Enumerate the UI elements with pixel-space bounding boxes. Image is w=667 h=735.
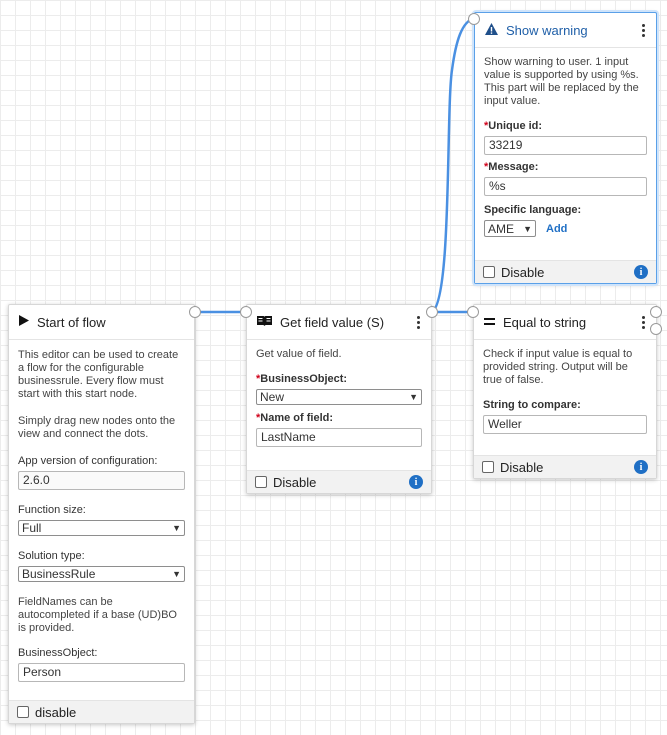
language-select[interactable]: AME ▼ — [484, 220, 536, 237]
solution-type-select[interactable]: BusinessRule ▼ — [18, 566, 185, 582]
start-output-port[interactable] — [189, 306, 201, 318]
start-node-description: This editor can be used to create a flow… — [18, 349, 179, 400]
equals-icon — [484, 315, 495, 329]
field-name-label: *Name of field: — [256, 412, 334, 424]
get-field-header[interactable]: Get field value (S) — [247, 305, 431, 340]
equal-node-footer: Disable i — [474, 455, 656, 478]
fieldnames-note: FieldNames can be autocompleted if a bas… — [18, 596, 177, 634]
play-icon — [19, 315, 29, 329]
language-label: Specific language: — [484, 204, 582, 216]
get-field-bo-select[interactable]: New ▼ — [256, 389, 422, 405]
function-size-label: Function size: — [18, 504, 86, 516]
disable-label: disable — [35, 704, 77, 720]
get-field-bo-value: New — [260, 390, 285, 404]
warning-description: Show warning to user. 1 input value is s… — [484, 56, 639, 107]
chevron-down-icon: ▼ — [409, 392, 418, 402]
unique-id-input[interactable]: 33219 — [484, 136, 647, 155]
more-vert-icon[interactable] — [413, 315, 423, 329]
disable-checkbox[interactable] — [17, 706, 29, 718]
start-bo-label: BusinessObject: — [18, 647, 98, 659]
disable-label: Disable — [501, 264, 545, 280]
add-language-link[interactable]: Add — [546, 223, 567, 235]
info-icon[interactable]: i — [634, 460, 648, 474]
equal-node-title: Equal to string — [503, 314, 587, 330]
start-node-header[interactable]: Start of flow — [9, 305, 194, 340]
equal-input-port[interactable] — [467, 306, 479, 318]
disable-label: Disable — [500, 459, 544, 475]
get-field-footer: Disable i — [247, 470, 431, 493]
compare-label: String to compare: — [483, 399, 581, 411]
app-version-field[interactable]: 2.6.0 — [18, 471, 185, 490]
function-size-select[interactable]: Full ▼ — [18, 520, 185, 536]
wire-getfield-to-warning — [431, 16, 475, 314]
get-field-output-port[interactable] — [426, 306, 438, 318]
message-label: *Message: — [484, 161, 539, 173]
disable-checkbox[interactable] — [482, 461, 494, 473]
warning-node-footer: Disable i — [475, 260, 656, 283]
info-icon[interactable]: i — [409, 475, 423, 489]
equal-node-header[interactable]: Equal to string — [474, 305, 656, 340]
field-name-input[interactable]: LastName — [256, 428, 422, 447]
warning-icon — [485, 22, 498, 38]
function-size-value: Full — [22, 521, 42, 535]
disable-label: Disable — [273, 474, 317, 490]
equal-node-description: Check if input value is equal to provide… — [483, 348, 633, 386]
more-vert-icon[interactable] — [638, 315, 648, 329]
equal-to-string-node[interactable]: Equal to string Check if input value is … — [467, 304, 662, 479]
get-field-title: Get field value (S) — [280, 314, 385, 330]
show-warning-node[interactable]: Show warning Show warning to user. 1 inp… — [468, 12, 657, 284]
more-vert-icon[interactable] — [638, 23, 648, 37]
message-input[interactable]: %s — [484, 177, 647, 196]
unique-id-label: *Unique id: — [484, 120, 543, 132]
get-field-description: Get value of field. — [256, 348, 342, 360]
compare-input[interactable]: Weller — [483, 415, 647, 434]
get-field-value-node[interactable]: Get field value (S) Get value of field. … — [240, 304, 438, 494]
warning-node-title: Show warning — [506, 22, 588, 38]
start-node-title: Start of flow — [37, 314, 106, 330]
info-icon[interactable]: i — [634, 265, 648, 279]
disable-checkbox[interactable] — [483, 266, 495, 278]
start-of-flow-node[interactable]: Start of flow This editor can be used to… — [8, 304, 201, 724]
book-icon — [257, 315, 272, 329]
warning-input-port[interactable] — [468, 13, 480, 25]
solution-type-value: BusinessRule — [22, 567, 96, 581]
chevron-down-icon: ▼ — [523, 223, 532, 234]
get-field-bo-label: *BusinessObject: — [256, 373, 348, 385]
chevron-down-icon: ▼ — [172, 569, 181, 579]
equal-output-port-false[interactable] — [650, 323, 662, 335]
solution-type-label: Solution type: — [18, 550, 85, 562]
chevron-down-icon: ▼ — [172, 523, 181, 533]
get-field-input-port[interactable] — [240, 306, 252, 318]
warning-node-header[interactable]: Show warning — [475, 13, 656, 48]
app-version-label: App version of configuration: — [18, 455, 158, 467]
disable-checkbox[interactable] — [255, 476, 267, 488]
equal-output-port-true[interactable] — [650, 306, 662, 318]
language-value: AME — [488, 221, 515, 236]
start-node-footer: disable — [9, 700, 194, 723]
start-node-drag-hint: Simply drag new nodes onto the view and … — [18, 415, 176, 440]
start-bo-input[interactable]: Person — [18, 663, 185, 682]
